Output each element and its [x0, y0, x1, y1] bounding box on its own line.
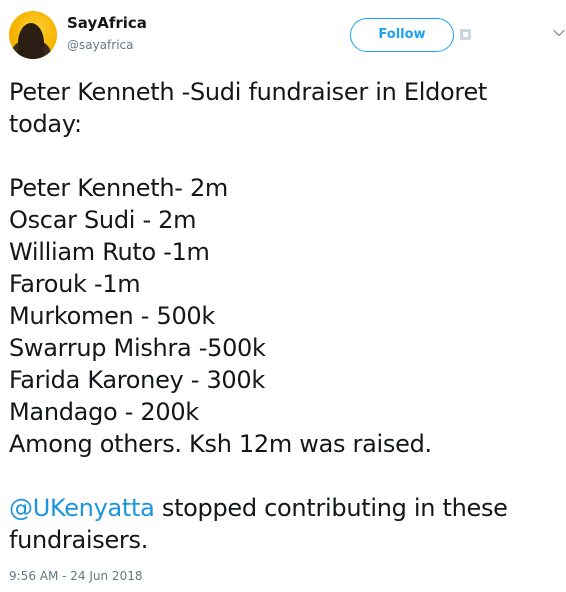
contribution-line: Murkomen - 500k: [9, 302, 215, 330]
tweet-closing-text: stopped contributing in these: [154, 494, 508, 522]
contribution-line: Mandago - 200k: [9, 398, 199, 426]
contribution-line: Swarrup Mishra -500k: [9, 334, 266, 362]
tweet-intro-line: today:: [9, 110, 82, 138]
avatar-figure-head: [18, 23, 44, 59]
follow-button[interactable]: Follow: [350, 18, 454, 52]
avatar[interactable]: [9, 11, 57, 59]
author-handle[interactable]: @sayafrica: [67, 37, 134, 53]
tweet-card: SayAfrica @sayafrica Follow Peter Kennet…: [0, 0, 566, 592]
tweet-closing-line: fundraisers.: [9, 526, 149, 554]
mention-link[interactable]: @UKenyatta: [9, 494, 155, 522]
paragraph-break: [9, 140, 557, 172]
contribution-line: Oscar Sudi - 2m: [9, 206, 197, 234]
contribution-line: Peter Kenneth- 2m: [9, 174, 229, 202]
tweet-closing-line: @UKenyatta stopped contributing in these: [9, 492, 557, 524]
tweet-timestamp[interactable]: 9:56 AM - 24 Jun 2018: [9, 568, 142, 584]
author-display-name[interactable]: SayAfrica: [67, 13, 147, 33]
chevron-down-icon[interactable]: [553, 27, 565, 39]
contribution-line: Farida Karoney - 300k: [9, 366, 265, 394]
paragraph-break: [9, 460, 557, 492]
contribution-line: William Ruto -1m: [9, 238, 210, 266]
contribution-line: Among others. Ksh 12m was raised.: [9, 430, 432, 458]
tweet-intro-line: Peter Kenneth -Sudi fundraiser in Eldore…: [9, 78, 488, 106]
profile-card-icon[interactable]: [460, 29, 471, 40]
tweet-text: Peter Kenneth -Sudi fundraiser in Eldore…: [9, 76, 557, 556]
contribution-line: Farouk -1m: [9, 270, 141, 298]
